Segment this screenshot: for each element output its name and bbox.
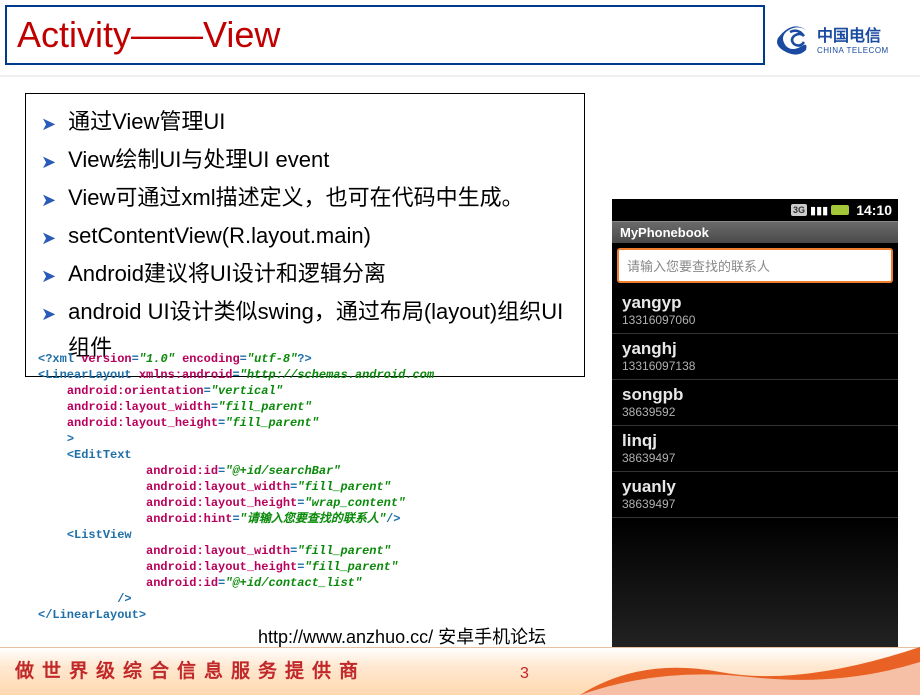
slide-title: Activity——View (17, 14, 280, 56)
code-val: "fill_parent" (225, 416, 319, 430)
footer-swoosh-icon (580, 647, 920, 695)
china-telecom-logo: 中国电信 CHINA TELECOM (772, 13, 912, 63)
code-val: "vertical" (211, 384, 283, 398)
title-box: Activity——View (5, 5, 765, 65)
battery-icon (831, 205, 849, 215)
contact-row[interactable]: yangyp 13316097060 (612, 288, 898, 334)
contact-number: 13316097138 (622, 359, 888, 373)
phone-app-title: MyPhonebook (612, 221, 898, 243)
phone-status-bar: 3G ▮▮▮ 14:10 (612, 199, 898, 221)
code-val: "http://schemas.android.com (240, 368, 434, 382)
contact-row[interactable]: linqj 38639497 (612, 426, 898, 472)
code-val: "请输入您要查找的联系人" (240, 512, 386, 526)
contact-name: yangyp (622, 293, 888, 313)
contact-number: 38639497 (622, 451, 888, 465)
bullet-item: ➤ 通过View管理UI (41, 104, 569, 142)
bullet-arrow-icon: ➤ (41, 106, 56, 142)
network-3g-icon: 3G (791, 204, 807, 216)
page-number: 3 (520, 665, 529, 683)
bullet-item: ➤ View绘制UI与处理UI event (41, 142, 569, 180)
code-val: "@+id/searchBar" (225, 464, 340, 478)
status-time: 14:10 (856, 202, 892, 218)
logo-swirl-icon (772, 18, 812, 58)
code-val: "fill_parent" (297, 480, 391, 494)
bullet-text: setContentView(R.layout.main) (68, 218, 371, 254)
contact-number: 13316097060 (622, 313, 888, 327)
bullet-text: View可通过xml描述定义，也可在代码中生成。 (68, 180, 524, 216)
contact-name: songpb (622, 385, 888, 405)
contact-row[interactable]: songpb 38639592 (612, 380, 898, 426)
footer-slogan: 做世界级综合信息服务提供商 (15, 656, 366, 683)
contact-row[interactable]: yuanly 38639497 (612, 472, 898, 518)
bullet-arrow-icon: ➤ (41, 258, 56, 294)
code-val: "@+id/contact_list" (225, 576, 362, 590)
bullet-arrow-icon: ➤ (41, 144, 56, 180)
contact-name: yanghj (622, 339, 888, 359)
contact-row[interactable]: yanghj 13316097138 (612, 334, 898, 380)
bullet-text: 通过View管理UI (68, 104, 225, 140)
phone-contact-list[interactable]: yangyp 13316097060 yanghj 13316097138 so… (612, 288, 898, 648)
bullets-box: ➤ 通过View管理UI ➤ View绘制UI与处理UI event ➤ View可通… (25, 93, 585, 377)
phone-screenshot: 3G ▮▮▮ 14:10 MyPhonebook 请输入您要查找的联系人 yan… (612, 199, 898, 648)
code-val: "fill_parent" (304, 560, 398, 574)
bullet-item: ➤ View可通过xml描述定义，也可在代码中生成。 (41, 180, 569, 218)
xml-code-block: <?xml version="1.0" encoding="utf-8"?> <… (38, 351, 478, 623)
bullet-text: View绘制UI与处理UI event (68, 142, 329, 178)
phone-search-input[interactable]: 请输入您要查找的联系人 (617, 248, 893, 283)
contact-name: linqj (622, 431, 888, 451)
code-val: "wrap_content" (304, 496, 405, 510)
bullet-item: ➤ Android建议将UI设计和逻辑分离 (41, 256, 569, 294)
signal-icon: ▮▮▮ (810, 204, 828, 217)
bullet-text: Android建议将UI设计和逻辑分离 (68, 256, 386, 292)
header-divider (0, 75, 920, 77)
code-val: "fill_parent" (218, 400, 312, 414)
logo-text-en: CHINA TELECOM (817, 46, 889, 55)
bullet-arrow-icon: ➤ (41, 182, 56, 218)
code-val: "fill_parent" (297, 544, 391, 558)
contact-name: yuanly (622, 477, 888, 497)
logo-text-cn: 中国电信 (817, 22, 889, 46)
bullet-arrow-icon: ➤ (41, 296, 56, 332)
bullet-item: ➤ setContentView(R.layout.main) (41, 218, 569, 256)
bullet-arrow-icon: ➤ (41, 220, 56, 256)
footer-url: http://www.anzhuo.cc/ 安卓手机论坛 (258, 623, 546, 649)
list-empty-space (612, 518, 898, 648)
code-val: "utf-8" (247, 352, 297, 366)
code-val: "1.0" (139, 352, 175, 366)
contact-number: 38639497 (622, 497, 888, 511)
contact-number: 38639592 (622, 405, 888, 419)
